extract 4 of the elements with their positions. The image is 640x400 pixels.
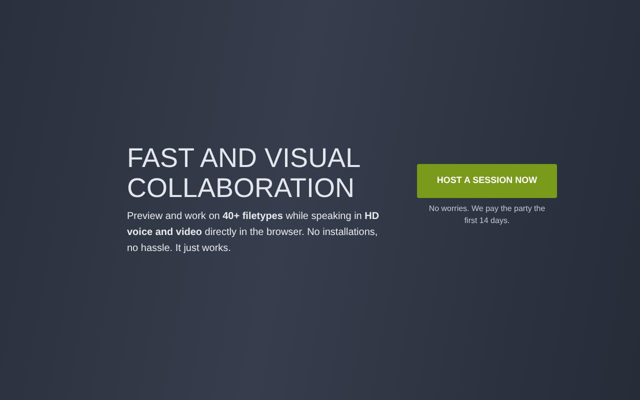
hero-description: Preview and work on 40+ filetypes while speaking in HD voice and video directly in the browser. No installations, no hassle. It just works. [127,210,380,256]
hero-title: FAST AND VISUAL COLLABORATION [127,143,361,203]
trial-note: No worries. We pay the party the first 14 days. [428,203,546,227]
host-session-button[interactable]: HOST A SESSION NOW [417,164,557,198]
